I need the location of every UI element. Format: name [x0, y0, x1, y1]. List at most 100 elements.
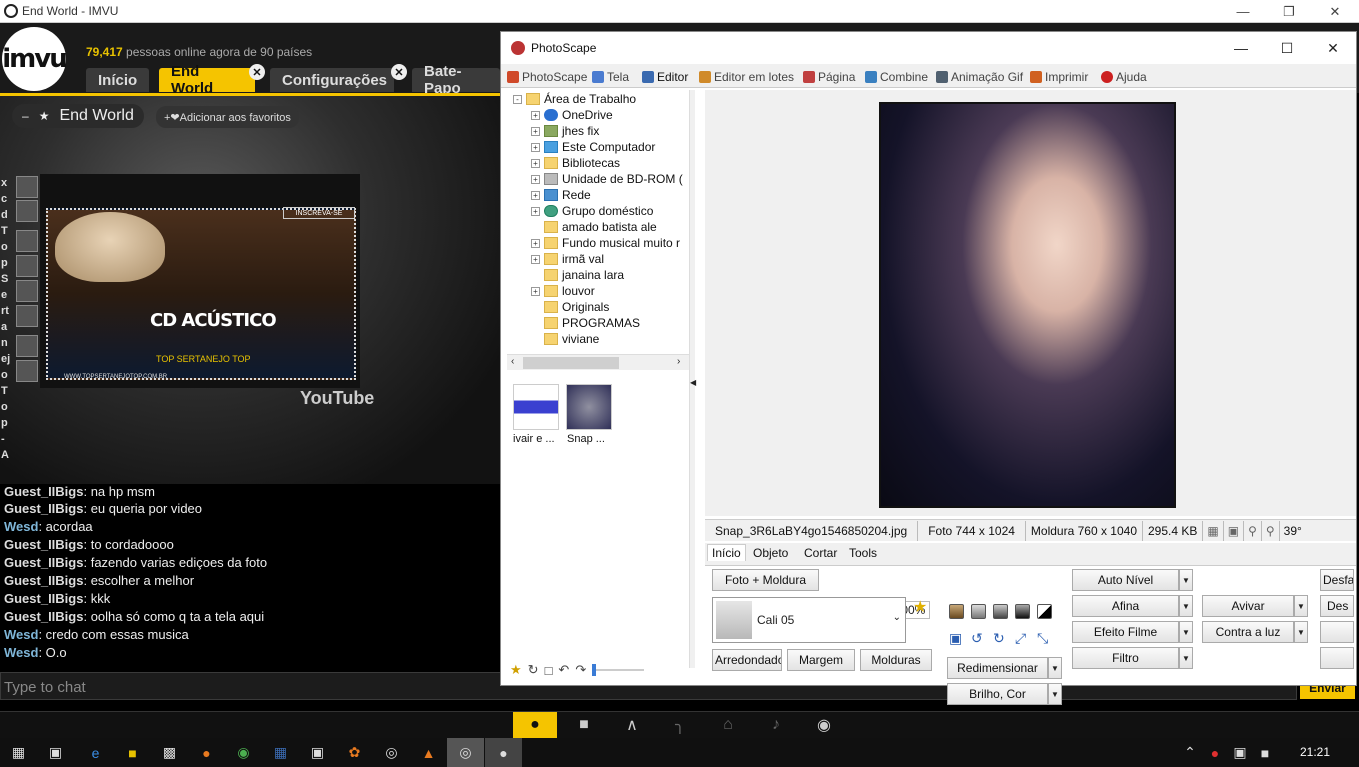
expand-icon[interactable]: + [531, 126, 540, 136]
tab-imprimir[interactable]: Imprimir [1030, 68, 1088, 86]
maximize-button[interactable]: ☐ [1264, 32, 1310, 64]
expand-icon[interactable]: + [531, 254, 540, 264]
star-icon[interactable]: ★ [39, 109, 50, 123]
backlight-dropdown[interactable]: ▼ [1294, 621, 1308, 643]
vivid-dropdown[interactable]: ▼ [1294, 595, 1308, 617]
tree-item[interactable]: + jhes fix [531, 124, 599, 138]
tree-item[interactable]: + Este Computador [531, 140, 655, 154]
scroll-right-icon[interactable]: › [677, 356, 680, 367]
flip-vertical-icon[interactable]: ⤡ [1037, 630, 1048, 647]
app-icon[interactable]: ▦ [262, 738, 299, 767]
thumbnail[interactable] [566, 384, 612, 430]
clock[interactable]: 21:21 [1300, 745, 1330, 759]
tree-item[interactable]: viviane [544, 332, 599, 346]
expand-icon[interactable]: + [531, 190, 540, 200]
tree-item[interactable]: + OneDrive [531, 108, 613, 122]
expand-icon[interactable]: + [531, 238, 540, 248]
tree-hscrollbar[interactable]: ‹ › [507, 354, 689, 370]
edited-photo[interactable] [879, 102, 1176, 508]
app-icon[interactable]: ✿ [336, 738, 373, 767]
margin-button[interactable]: Margem [787, 649, 855, 671]
imvu-minimize-button[interactable]: — [1220, 0, 1266, 23]
expand-icon[interactable]: + [531, 206, 540, 216]
tree-item[interactable]: janaina lara [544, 268, 624, 282]
undo-rotate-icon[interactable]: ↺ [971, 630, 983, 647]
tab-configuracoes[interactable]: Configurações [270, 68, 394, 92]
check-icon[interactable] [16, 305, 38, 327]
zoom-in-icon[interactable]: ⚲ [1262, 520, 1280, 541]
imvu-logo[interactable]: imvu [2, 27, 68, 91]
youtube-icon[interactable] [16, 176, 38, 198]
imvu-restore-button[interactable]: ❐ [1266, 0, 1312, 23]
photo-frame-button[interactable]: Foto + Moldura [712, 569, 819, 591]
tree-item[interactable]: + louvor [531, 284, 595, 298]
tree-item[interactable]: - Área de Trabalho [513, 92, 636, 106]
checkerboard-icon[interactable]: ▦ [1203, 520, 1224, 541]
tree-item[interactable]: + irmã val [531, 252, 604, 266]
tree-item[interactable]: + Unidade de BD-ROM ( [531, 172, 683, 186]
filter-button[interactable]: Filtro [1072, 647, 1179, 669]
tab-pagina[interactable]: Página [803, 68, 855, 86]
resize-dropdown[interactable]: ▼ [1048, 657, 1062, 679]
panel-splitter[interactable]: ◀ [689, 90, 696, 668]
folder-icon[interactable]: □ [545, 663, 553, 678]
close-button[interactable]: ✕ [1310, 32, 1356, 64]
collapse-icon[interactable]: - [513, 94, 522, 104]
filter-swatch-icon[interactable] [993, 604, 1008, 619]
panel-button[interactable] [1320, 647, 1354, 669]
tab-editor[interactable]: Editor [642, 68, 688, 86]
filter-swatch-icon[interactable] [1015, 604, 1030, 619]
chrome-icon[interactable]: ◉ [225, 738, 262, 767]
vivid-button[interactable]: Avivar [1202, 595, 1294, 617]
tree-item[interactable]: + Rede [531, 188, 591, 202]
sharpen-dropdown[interactable]: ▼ [1179, 595, 1193, 617]
scrollbar-thumb[interactable] [523, 357, 619, 369]
hanger-icon[interactable]: ∧ [610, 712, 654, 738]
minimize-button[interactable]: — [1218, 32, 1264, 64]
favorite-star-icon[interactable]: ★ [913, 597, 927, 617]
pause-icon[interactable] [16, 255, 38, 277]
refresh-icon[interactable] [16, 200, 38, 222]
collapse-icon[interactable]: – [22, 109, 29, 123]
tree-item[interactable]: + Bibliotecas [531, 156, 620, 170]
flip-horizontal-icon[interactable]: ⤢ [1015, 630, 1026, 647]
filter-swatch-icon[interactable] [949, 604, 964, 619]
tab-ajuda[interactable]: Ajuda [1101, 68, 1147, 86]
forward-icon[interactable]: ↷ [575, 662, 586, 678]
tab-inicio[interactable]: Início [86, 68, 150, 92]
tab-bate-papo[interactable]: Bate-Papo [412, 63, 500, 97]
filter-dropdown[interactable]: ▼ [1179, 647, 1193, 669]
chair-icon[interactable]: ╮ [658, 712, 702, 738]
scroll-left-icon[interactable]: ‹ [511, 356, 514, 367]
volume-icon[interactable]: ■ [1255, 738, 1275, 767]
refresh-icon[interactable]: ↻ [528, 662, 539, 678]
stop-icon[interactable] [16, 280, 38, 302]
camera-icon[interactable]: ◉ [802, 712, 846, 738]
redo-button[interactable]: Des [1320, 595, 1354, 617]
tab-end-world[interactable]: End World [159, 63, 255, 97]
film-effect-dropdown[interactable]: ▼ [1179, 621, 1193, 643]
tab-photoscape[interactable]: PhotoScape [507, 68, 587, 86]
thumbnail[interactable] [513, 384, 559, 430]
frames-button[interactable]: Molduras [860, 649, 932, 671]
tree-item[interactable]: + Grupo doméstico [531, 204, 653, 218]
home-icon[interactable]: ⌂ [706, 712, 750, 738]
chat-bubble-icon[interactable]: ● [513, 712, 557, 738]
tree-item[interactable]: Originals [544, 300, 609, 314]
redo-rotate-icon[interactable]: ↻ [993, 630, 1005, 647]
undo-button[interactable]: Desfa [1320, 569, 1354, 591]
tab-cortar[interactable]: Cortar [804, 546, 837, 560]
close-tab-icon[interactable]: ✕ [249, 64, 265, 80]
frame-preset-select[interactable]: Cali 05 ⌄ [712, 597, 906, 643]
add-favorite-button[interactable]: +❤Adicionar aos favoritos [156, 106, 299, 128]
tab-combine[interactable]: Combine [865, 68, 928, 86]
tab-tools[interactable]: Tools [849, 546, 877, 560]
antivirus-icon[interactable]: ● [1205, 738, 1225, 767]
close-tab-icon[interactable]: ✕ [391, 64, 407, 80]
task-view-icon[interactable]: ▣ [37, 738, 74, 767]
rotate-icon[interactable]: ▣ [949, 630, 962, 647]
file-explorer-icon[interactable]: ■ [114, 738, 151, 767]
brightness-dropdown[interactable]: ▼ [1048, 683, 1062, 705]
tab-editor-em-lotes[interactable]: Editor em lotes [699, 68, 794, 86]
tab-objeto[interactable]: Objeto [753, 546, 788, 560]
